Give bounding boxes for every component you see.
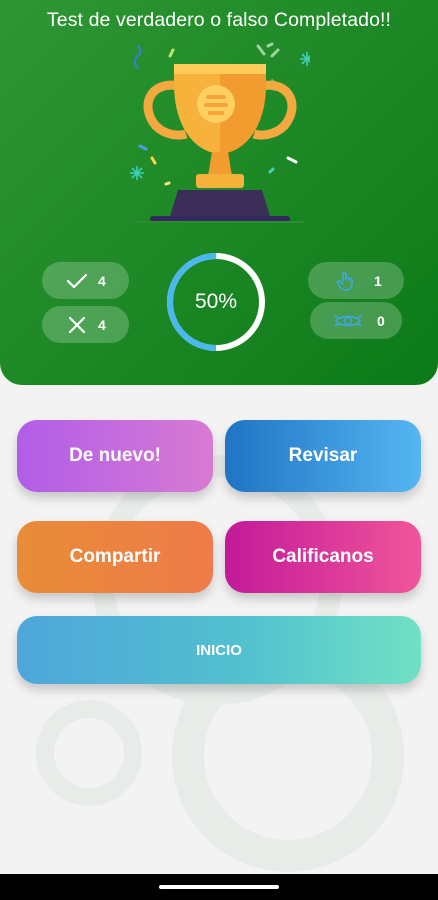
trophy-icon <box>130 42 310 223</box>
skip-count-pill: 0 <box>310 302 402 339</box>
wrong-count-pill: 4 <box>42 306 129 343</box>
skip-count: 0 <box>377 312 385 329</box>
wrong-count: 4 <box>98 316 106 333</box>
close-icon <box>66 314 88 336</box>
home-gesture-handle[interactable] <box>159 885 279 889</box>
hint-count-pill: 1 <box>308 262 404 299</box>
share-button[interactable]: Compartir <box>17 521 213 593</box>
review-button[interactable]: Revisar <box>225 420 421 492</box>
home-button[interactable]: INICIO <box>17 616 421 684</box>
correct-count: 4 <box>98 272 106 289</box>
rate-us-button[interactable]: Calificanos <box>225 521 421 593</box>
hint-count: 1 <box>374 272 382 289</box>
system-navigation-bar <box>0 874 438 900</box>
correct-count-pill: 4 <box>42 262 129 299</box>
try-again-button[interactable]: De nuevo! <box>17 420 213 492</box>
check-icon <box>66 270 88 292</box>
background-ring-decoration <box>36 700 142 806</box>
skip-eye-icon <box>333 310 363 332</box>
result-header-card: Test de verdadero o falso Completado!! 4… <box>0 0 438 385</box>
score-percentage: 50% <box>194 290 238 313</box>
hint-hand-icon <box>334 270 356 292</box>
page-title: Test de verdadero o falso Completado!! <box>46 9 392 31</box>
